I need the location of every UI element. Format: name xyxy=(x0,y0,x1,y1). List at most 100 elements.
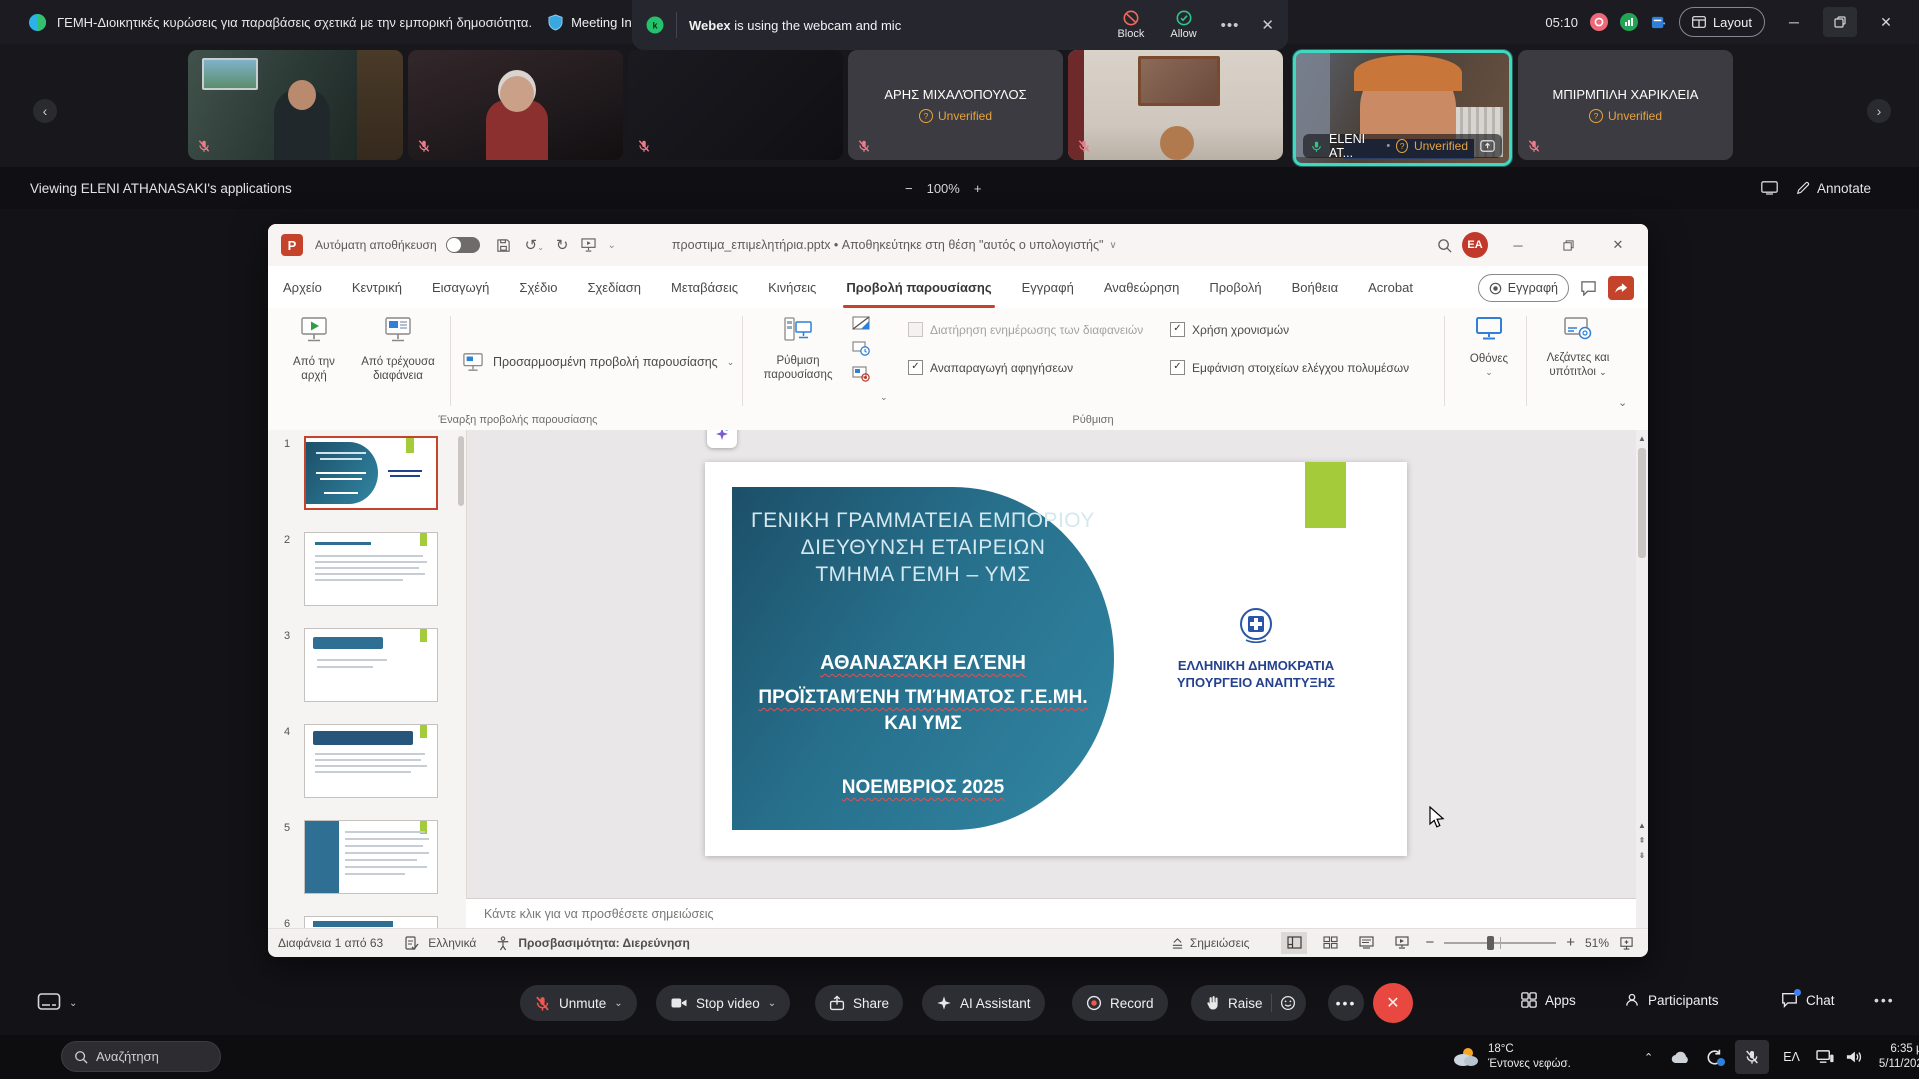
undo-icon[interactable]: ↺⌄ xyxy=(525,236,544,254)
chevron-down-icon[interactable]: ⌄ xyxy=(880,392,888,403)
tab-acrobat[interactable]: Acrobat xyxy=(1353,266,1428,308)
record-slideshow-icon[interactable] xyxy=(852,366,870,382)
calendar-add-icon[interactable] xyxy=(1650,14,1667,31)
checkbox-keep-updated[interactable]: Διατήρηση ενημέρωσης των διαφανειών xyxy=(908,322,1143,337)
tab-transitions[interactable]: Μεταβάσεις xyxy=(656,266,753,308)
zoom-in-icon[interactable]: + xyxy=(1566,934,1575,951)
title-chevron-icon[interactable]: ∨ xyxy=(1109,240,1116,251)
panel-scrollbar[interactable] xyxy=(458,436,464,506)
slide-canvas[interactable]: ΓΕΝΙΚΗ ΓΡΑΜΜΑΤΕΙΑ ΕΜΠΟΡΙΟΥ ΔΙΕΥΘΥΝΣΗ ΕΤΑ… xyxy=(705,462,1407,856)
onedrive-icon[interactable] xyxy=(1671,1051,1691,1064)
volume-icon[interactable] xyxy=(1845,1049,1863,1065)
zoom-out-icon[interactable]: − xyxy=(1425,934,1434,951)
search-icon[interactable] xyxy=(1437,238,1452,253)
view-normal-icon[interactable] xyxy=(1281,932,1307,954)
video-tile-eleni-active[interactable]: ELENI AT... • ? Unverified xyxy=(1293,50,1512,166)
view-slideshow-icon[interactable] xyxy=(1389,932,1415,954)
notes-pane[interactable]: Κάντε κλικ για να προσθέσετε σημειώσεις xyxy=(466,898,1648,928)
shared-screen-icon[interactable] xyxy=(1761,181,1778,195)
video-tile[interactable] xyxy=(628,50,843,160)
slide-thumbnail-6[interactable] xyxy=(304,916,438,928)
slide-scrollbar[interactable]: ▲ ▲ ⇞ ⇟ xyxy=(1636,430,1648,928)
from-beginning-button[interactable]: Από την αρχή xyxy=(282,316,346,383)
zoom-out-button[interactable]: − xyxy=(905,181,913,196)
tray-chevron-icon[interactable]: ⌃ xyxy=(1644,1051,1653,1064)
zoom-slider-thumb[interactable] xyxy=(1487,936,1494,950)
video-tile[interactable] xyxy=(188,50,403,160)
zoom-slider[interactable] xyxy=(1444,942,1556,944)
unmute-button[interactable]: Unmute⌄ xyxy=(520,985,637,1021)
language-status[interactable]: Ελληνικά xyxy=(428,936,476,950)
strip-chevron-right-icon[interactable]: › xyxy=(1867,99,1891,123)
previous-slide-icon[interactable]: ⇞ xyxy=(1636,833,1648,848)
reactions-smiley-icon[interactable] xyxy=(1280,995,1296,1011)
comments-icon[interactable] xyxy=(1580,280,1597,296)
more-panel-button[interactable]: ••• xyxy=(1874,992,1895,1008)
scroll-up2-icon[interactable]: ▲ xyxy=(1636,818,1648,833)
block-button[interactable]: Block xyxy=(1117,10,1144,40)
captions-subtitles-button[interactable]: Λεζάντες καιυπότιτλοι ⌄ xyxy=(1532,316,1624,379)
save-icon[interactable] xyxy=(496,238,511,253)
share-document-icon[interactable] xyxy=(1608,276,1634,300)
start-slideshow-qat-icon[interactable] xyxy=(581,238,596,252)
restore-window-icon[interactable] xyxy=(1823,7,1857,37)
tab-view[interactable]: Προβολή xyxy=(1194,266,1276,308)
tab-file[interactable]: Αρχείο xyxy=(268,266,337,308)
weather-icon[interactable] xyxy=(1450,1044,1480,1070)
redo-icon[interactable]: ↻ xyxy=(556,236,569,254)
scrollbar-thumb[interactable] xyxy=(1638,448,1646,558)
tab-review[interactable]: Αναθεώρηση xyxy=(1089,266,1195,308)
slide-thumbnail-4[interactable] xyxy=(304,724,438,798)
slide-thumbnail-5[interactable] xyxy=(304,820,438,894)
share-button[interactable]: Share xyxy=(815,985,903,1021)
view-reading-icon[interactable] xyxy=(1353,932,1379,954)
captions-toggle-button[interactable]: ⌄ xyxy=(37,992,77,1014)
checkbox-play-narrations[interactable]: ✓Αναπαραγωγή αφηγήσεων xyxy=(908,360,1073,375)
monitors-button[interactable]: Οθόνες ⌄ xyxy=(1456,316,1522,378)
ribbon-collapse-icon[interactable]: ⌄ xyxy=(1618,396,1627,409)
ppt-close-icon[interactable]: ✕ xyxy=(1598,230,1638,260)
raise-hand-button[interactable]: Raise xyxy=(1191,985,1306,1021)
chat-button[interactable]: Chat xyxy=(1781,992,1835,1008)
weather-text[interactable]: 18°C Έντονες νεφώσ. xyxy=(1488,1042,1598,1072)
from-current-slide-button[interactable]: Από τρέχουσα διαφάνεια xyxy=(352,316,444,383)
autosave-toggle[interactable] xyxy=(446,237,480,253)
apps-button[interactable]: Apps xyxy=(1521,992,1576,1008)
tab-slideshow-active[interactable]: Προβολή παρουσίασης xyxy=(831,266,1006,308)
qat-chevron-icon[interactable]: ⌄ xyxy=(608,240,616,251)
notes-placeholder[interactable]: Κάντε κλικ για να προσθέσετε σημειώσεις xyxy=(484,907,714,921)
ppt-minimize-icon[interactable]: ─ xyxy=(1498,230,1538,260)
tab-record[interactable]: Εγγραφή xyxy=(1007,266,1089,308)
slide-thumbnail-1[interactable] xyxy=(304,436,438,510)
more-options-button[interactable]: ••• xyxy=(1328,985,1364,1021)
scroll-up-icon[interactable]: ▲ xyxy=(1636,434,1648,443)
record-button[interactable]: Record xyxy=(1072,985,1168,1021)
accessibility-status[interactable]: Προσβασιμότητα: Διερεύνηση xyxy=(518,936,689,950)
tab-help[interactable]: Βοήθεια xyxy=(1277,266,1354,308)
network-icon[interactable] xyxy=(1816,1049,1835,1065)
video-tile-birbili[interactable]: ΜΠΙΡΜΠΙΛΗ ΧΑΡΙΚΛΕΙΑ ? Unverified xyxy=(1518,50,1733,160)
notification-close-icon[interactable]: ✕ xyxy=(1261,16,1274,34)
avatar[interactable]: EA xyxy=(1462,232,1488,258)
spellcheck-icon[interactable] xyxy=(405,936,419,951)
checkbox-show-media-controls[interactable]: ✓Εμφάνιση στοιχείων ελέγχου πολυμέσων xyxy=(1170,360,1409,375)
view-sorter-icon[interactable] xyxy=(1317,932,1343,954)
annotate-button[interactable]: Annotate xyxy=(1796,181,1871,196)
slide-thumbnail-2[interactable] xyxy=(304,532,438,606)
designer-button[interactable] xyxy=(707,430,737,448)
minimize-window-icon[interactable]: ─ xyxy=(1777,7,1811,37)
tab-animations[interactable]: Κινήσεις xyxy=(753,266,831,308)
setup-slideshow-button[interactable]: Ρύθμισηπαρουσίασης xyxy=(754,316,842,382)
language-indicator[interactable]: ΕΛ xyxy=(1783,1050,1800,1064)
connection-quality-icon[interactable] xyxy=(1620,13,1638,31)
stop-video-button[interactable]: Stop video⌄ xyxy=(656,985,790,1021)
leave-meeting-button[interactable]: ✕ xyxy=(1373,983,1413,1023)
allow-button[interactable]: Allow xyxy=(1170,10,1196,40)
ppt-restore-icon[interactable] xyxy=(1548,230,1588,260)
zoom-in-button[interactable]: + xyxy=(974,181,982,196)
hide-slide-icon[interactable] xyxy=(852,316,870,332)
slide-thumbnail-3[interactable] xyxy=(304,628,438,702)
tray-clock[interactable]: 6:35 μμ 5/11/2025 xyxy=(1879,1042,1919,1072)
video-tile[interactable] xyxy=(408,50,623,160)
rehearse-timings-icon[interactable] xyxy=(852,341,870,357)
